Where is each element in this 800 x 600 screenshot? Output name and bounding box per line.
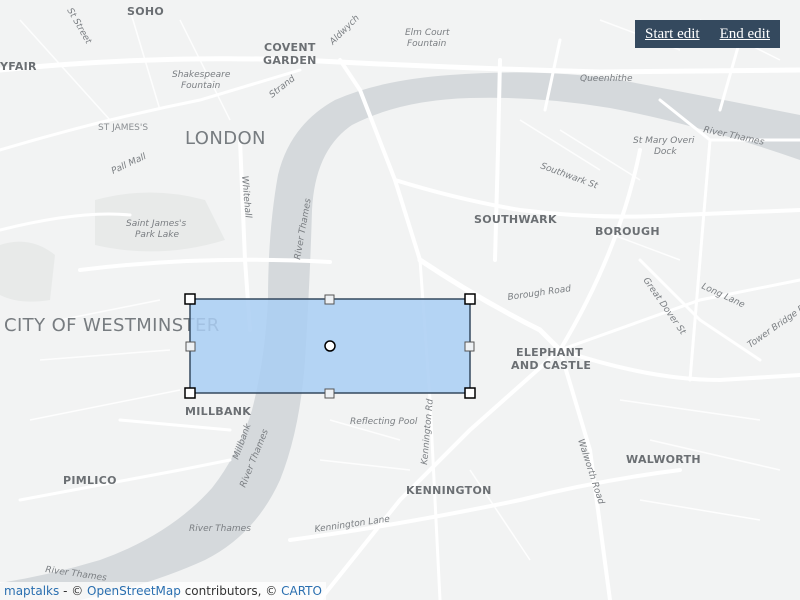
- label-southwark: SOUTHWARK: [474, 213, 557, 226]
- label-covent-garden-1: COVENT: [264, 41, 316, 54]
- center-drag-handle[interactable]: [324, 340, 336, 352]
- label-river-thames-4: River Thames: [189, 524, 251, 534]
- edge-handle-right[interactable]: [464, 341, 475, 352]
- label-st-mary-2: Dock: [654, 147, 677, 157]
- edge-handle-left[interactable]: [185, 341, 196, 352]
- corner-handle-top-left[interactable]: [184, 293, 196, 305]
- maptalks-link[interactable]: maptalks: [4, 584, 59, 598]
- start-edit-button[interactable]: Start edit: [645, 26, 700, 43]
- edge-handle-top[interactable]: [324, 294, 335, 305]
- corner-handle-top-right[interactable]: [464, 293, 476, 305]
- label-soho: SOHO: [127, 5, 164, 18]
- label-queenhithe: Queenhithe: [580, 74, 633, 84]
- label-shakespeare-2: Fountain: [181, 81, 221, 91]
- end-edit-button[interactable]: End edit: [720, 26, 770, 43]
- edit-toolbar: Start edit End edit: [635, 20, 780, 48]
- label-covent-garden-2: GARDEN: [263, 54, 317, 67]
- label-westminster: CITY OF WESTMINSTER: [4, 315, 220, 336]
- map-attribution: maptalks - © OpenStreetMap contributors,…: [0, 582, 326, 600]
- label-elephant-1: ELEPHANT: [516, 346, 583, 359]
- label-shakespeare-1: Shakespeare: [172, 70, 231, 80]
- label-elm-court-2: Fountain: [407, 39, 447, 49]
- label-london: LONDON: [185, 128, 266, 149]
- drawn-rectangle[interactable]: [184, 293, 476, 399]
- base-map[interactable]: SOHO COVENT GARDEN YFAIR ST JAMES'S LOND…: [0, 0, 800, 600]
- label-borough: BOROUGH: [595, 225, 660, 238]
- label-st-james-park-2: Park Lake: [135, 230, 179, 240]
- corner-handle-bottom-right[interactable]: [464, 387, 476, 399]
- edge-handle-bottom[interactable]: [324, 388, 335, 399]
- label-walworth: WALWORTH: [626, 453, 701, 466]
- label-elephant-2: AND CASTLE: [511, 359, 591, 372]
- attribution-separator-1: - ©: [59, 584, 88, 598]
- label-pimlico: PIMLICO: [63, 474, 117, 487]
- label-elm-court-1: Elm Court: [405, 28, 450, 38]
- label-millbank: MILLBANK: [185, 405, 251, 418]
- label-st-james-park-1: Saint James's: [126, 219, 186, 229]
- label-kennington: KENNINGTON: [406, 484, 492, 497]
- label-st-mary-1: St Mary Overi: [633, 136, 695, 146]
- label-reflecting-pool: Reflecting Pool: [350, 417, 418, 427]
- carto-link[interactable]: CARTO: [281, 584, 322, 598]
- label-st-james: ST JAMES'S: [98, 123, 148, 133]
- attribution-separator-2: contributors, ©: [180, 584, 282, 598]
- corner-handle-bottom-left[interactable]: [184, 387, 196, 399]
- openstreetmap-link[interactable]: OpenStreetMap: [87, 584, 181, 598]
- park-area-west: [0, 241, 55, 302]
- label-mayfair: YFAIR: [0, 60, 37, 73]
